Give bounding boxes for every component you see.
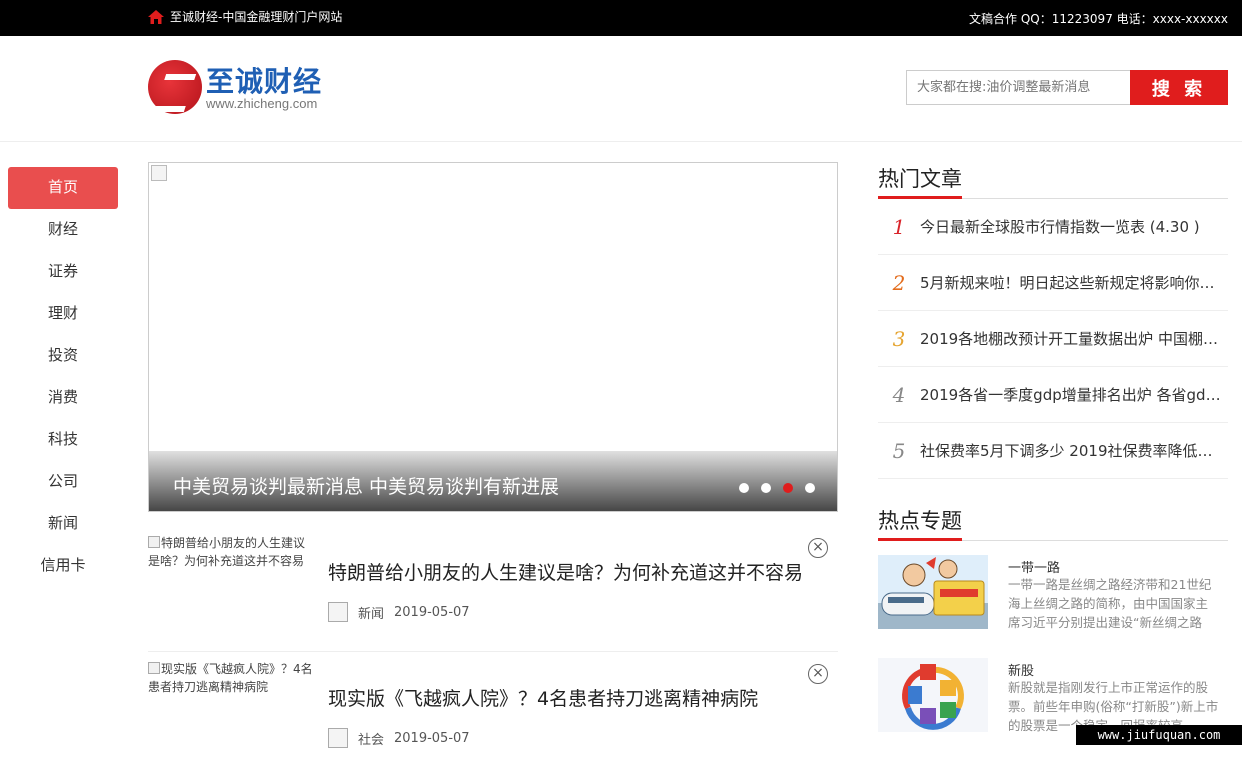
belt-road-illustration[interactable] — [878, 555, 988, 629]
sidebar-item-finance[interactable]: 财经 — [8, 209, 118, 251]
search-button[interactable]: 搜 索 — [1130, 70, 1228, 105]
ipo-illustration[interactable] — [878, 658, 988, 732]
topic-name[interactable]: 一带一路 — [1008, 557, 1060, 576]
article-thumbnail[interactable]: 特朗普给小朋友的人生建议是啥？为何补充道这并不容易 — [148, 534, 313, 570]
article-title[interactable]: 特朗普给小朋友的人生建议是啥？为何补充道这并不容易 — [328, 558, 803, 585]
search-bar: 搜 索 — [906, 70, 1228, 105]
category-image-icon — [328, 728, 348, 748]
logo-mark-icon — [148, 60, 202, 114]
sidebar-item-wealth[interactable]: 理财 — [8, 293, 118, 335]
logo-text: 至诚财经 — [206, 60, 322, 100]
sidebar-item-tech[interactable]: 科技 — [8, 419, 118, 461]
rank-number: 5 — [878, 439, 920, 463]
article-meta: 社会 2019-05-07 — [328, 728, 470, 748]
header: 至诚财经 www.zhicheng.com 搜 索 — [0, 36, 1242, 142]
top-bar: 至诚财经-中国金融理财门户网站 文稿合作 QQ：11223097 电话：xxxx… — [0, 0, 1242, 36]
hot-article-item[interactable]: 4 2019各省一季度gdp增量排名出炉 各省gdp排名 — [878, 367, 1228, 423]
article-date: 2019-05-07 — [394, 731, 470, 746]
hot-article-item[interactable]: 5 社保费率5月下调多少 2019社保费率降低方案 — [878, 423, 1228, 479]
hot-topics-header: 热点专题 — [878, 505, 1228, 541]
sidebar-item-securities[interactable]: 证券 — [8, 251, 118, 293]
hot-article-title[interactable]: 2019各省一季度gdp增量排名出炉 各省gdp排名 — [920, 384, 1226, 405]
slider-dot[interactable] — [805, 483, 815, 493]
hot-article-title[interactable]: 社保费率5月下调多少 2019社保费率降低方案 — [920, 440, 1226, 461]
list-item: 特朗普给小朋友的人生建议是啥？为何补充道这并不容易 × 特朗普给小朋友的人生建议… — [148, 534, 838, 652]
home-link[interactable]: 至诚财经-中国金融理财门户网站 — [148, 8, 342, 25]
slider-dots — [739, 483, 815, 493]
slider-dot-active[interactable] — [783, 483, 793, 493]
topic-description: 一带一路是丝绸之路经济带和21世纪海上丝绸之路的简称，由中国国家主席习近平分别提… — [1008, 575, 1220, 632]
sidebar-item-news[interactable]: 新闻 — [8, 503, 118, 545]
sidebar-item-investment[interactable]: 投资 — [8, 335, 118, 377]
logo-url: www.zhicheng.com — [206, 96, 317, 111]
close-icon[interactable]: × — [808, 664, 828, 684]
site-logo[interactable]: 至诚财经 www.zhicheng.com — [148, 60, 348, 118]
sidebar-item-company[interactable]: 公司 — [8, 461, 118, 503]
search-input[interactable] — [906, 70, 1130, 105]
thumbnail-alt-text: 现实版《飞越疯人院》？4名患者持刀逃离精神病院 — [148, 662, 313, 694]
slider-dot[interactable] — [739, 483, 749, 493]
section-title: 热点专题 — [878, 505, 962, 541]
sidebar-nav: 首页 财经 证券 理财 投资 消费 科技 公司 新闻 信用卡 — [8, 167, 118, 587]
hot-article-title[interactable]: 2019各地棚改预计开工量数据出炉 中国棚改计划 — [920, 328, 1226, 349]
hot-articles-list: 1 今日最新全球股市行情指数一览表 (4.30 ) 2 5月新规来啦！明日起这些… — [878, 199, 1228, 479]
watermark: www.jiufuquan.com — [1076, 725, 1242, 745]
home-icon — [148, 10, 164, 24]
sidebar-item-home[interactable]: 首页 — [8, 167, 118, 209]
contact-info: 文稿合作 QQ：11223097 电话：xxxx-xxxxxx — [969, 10, 1228, 27]
rank-number: 4 — [878, 383, 920, 407]
sidebar-item-credit-card[interactable]: 信用卡 — [8, 545, 118, 587]
category-image-icon — [328, 602, 348, 622]
rank-number: 3 — [878, 327, 920, 351]
topic-name[interactable]: 新股 — [1008, 660, 1034, 679]
sidebar-item-consumer[interactable]: 消费 — [8, 377, 118, 419]
hot-article-title[interactable]: 5月新规来啦！明日起这些新规定将影响你的生活 — [920, 272, 1226, 293]
list-item: 现实版《飞越疯人院》？4名患者持刀逃离精神病院 × 现实版《飞越疯人院》？4名患… — [148, 660, 838, 778]
site-name: 至诚财经-中国金融理财门户网站 — [170, 8, 342, 25]
article-date: 2019-05-07 — [394, 605, 470, 620]
broken-image-icon — [151, 165, 167, 181]
article-category[interactable]: 社会 — [358, 729, 384, 748]
broken-image-icon — [148, 536, 160, 548]
topic-item[interactable]: 一带一路 一带一路是丝绸之路经济带和21世纪海上丝绸之路的简称，由中国国家主席习… — [878, 555, 1228, 631]
featured-slider[interactable]: 中美贸易谈判最新消息 中美贸易谈判有新进展 — [148, 162, 838, 512]
article-thumbnail[interactable]: 现实版《飞越疯人院》？4名患者持刀逃离精神病院 — [148, 660, 313, 696]
hot-article-item[interactable]: 3 2019各地棚改预计开工量数据出炉 中国棚改计划 — [878, 311, 1228, 367]
close-icon[interactable]: × — [808, 538, 828, 558]
broken-image-icon — [148, 662, 160, 674]
rank-number: 1 — [878, 215, 920, 239]
rank-number: 2 — [878, 271, 920, 295]
hot-articles-header: 热门文章 — [878, 163, 1228, 199]
section-title: 热门文章 — [878, 163, 962, 199]
article-meta: 新闻 2019-05-07 — [328, 602, 470, 622]
slider-caption[interactable]: 中美贸易谈判最新消息 中美贸易谈判有新进展 — [173, 472, 559, 499]
slider-dot[interactable] — [761, 483, 771, 493]
hot-article-item[interactable]: 2 5月新规来啦！明日起这些新规定将影响你的生活 — [878, 255, 1228, 311]
article-title[interactable]: 现实版《飞越疯人院》？4名患者持刀逃离精神病院 — [328, 684, 758, 711]
article-category[interactable]: 新闻 — [358, 603, 384, 622]
topic-item[interactable]: 新股 新股就是指刚发行上市正常运作的股票。前些年申购(俗称“打新股”)新上市的股… — [878, 658, 1228, 734]
hot-article-item[interactable]: 1 今日最新全球股市行情指数一览表 (4.30 ) — [878, 199, 1228, 255]
hot-article-title[interactable]: 今日最新全球股市行情指数一览表 (4.30 ) — [920, 216, 1226, 237]
thumbnail-alt-text: 特朗普给小朋友的人生建议是啥？为何补充道这并不容易 — [148, 536, 305, 568]
